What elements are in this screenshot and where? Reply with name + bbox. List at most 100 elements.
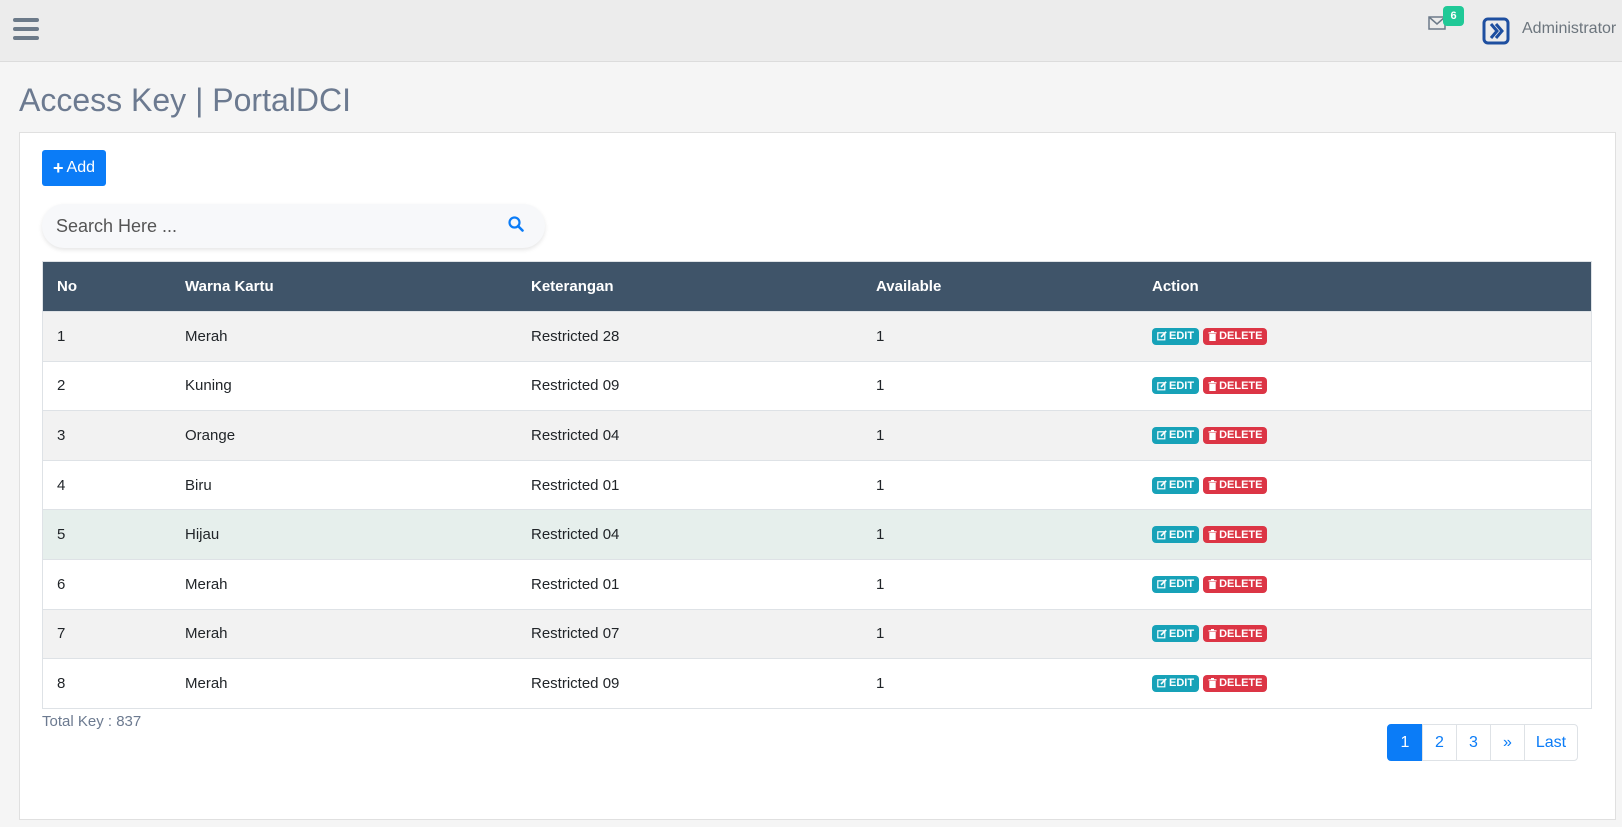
total-key-text: Total Key : 837: [42, 713, 142, 730]
page-link-1[interactable]: 1: [1387, 724, 1423, 761]
cell-available: 1: [876, 575, 885, 593]
cell-action: EDIT DELETE: [1152, 377, 1591, 395]
cell-no: 6: [57, 575, 66, 593]
cell-available: 1: [876, 526, 885, 544]
cell-warna-kartu: Hijau: [185, 526, 220, 544]
cell-available: 1: [876, 426, 885, 444]
table-row: 7 Merah Restricted 07 1 EDIT DELETE: [43, 608, 1591, 659]
edit-button[interactable]: EDIT: [1152, 625, 1200, 643]
delete-button[interactable]: DELETE: [1203, 625, 1268, 643]
content-card: + Add No Warna Kartu Keterangan Availabl…: [19, 132, 1616, 820]
delete-button[interactable]: DELETE: [1203, 377, 1268, 395]
page-link-next[interactable]: »: [1490, 724, 1525, 761]
search-icon[interactable]: [508, 216, 526, 234]
delete-button[interactable]: DELETE: [1203, 327, 1268, 345]
edit-button[interactable]: EDIT: [1152, 377, 1200, 395]
edit-icon: [1157, 678, 1167, 688]
table-body: 1 Merah Restricted 28 1 EDIT DELETE 2 Kuning Res…: [43, 311, 1591, 708]
trash-icon: [1208, 380, 1217, 391]
delete-label: DELETE: [1219, 479, 1263, 492]
delete-label: DELETE: [1219, 627, 1263, 640]
table-row: 6 Merah Restricted 01 1 EDIT DELETE: [43, 558, 1591, 609]
cell-keterangan: Restricted 07: [531, 625, 620, 643]
edit-button[interactable]: EDIT: [1152, 426, 1200, 444]
page-link-3[interactable]: 3: [1456, 724, 1491, 761]
edit-button[interactable]: EDIT: [1152, 575, 1200, 593]
delete-button[interactable]: DELETE: [1203, 526, 1268, 544]
column-header-no: No: [57, 278, 77, 295]
cell-no: 1: [57, 327, 66, 345]
cell-keterangan: Restricted 04: [531, 426, 620, 444]
cell-keterangan: Restricted 01: [531, 476, 620, 494]
page-link-2[interactable]: 2: [1422, 724, 1457, 761]
edit-icon: [1157, 629, 1167, 639]
menu-icon[interactable]: [13, 18, 39, 42]
column-header-action: Action: [1152, 278, 1199, 295]
edit-icon: [1157, 331, 1167, 341]
add-button[interactable]: + Add: [42, 150, 106, 186]
edit-label: EDIT: [1169, 429, 1195, 442]
page-title: Access Key | PortalDCI: [19, 82, 351, 118]
edit-icon: [1157, 480, 1167, 490]
cell-no: 4: [57, 476, 66, 494]
trash-icon: [1208, 678, 1217, 689]
delete-button[interactable]: DELETE: [1203, 426, 1268, 444]
cell-no: 3: [57, 426, 66, 444]
trash-icon: [1208, 628, 1217, 639]
cell-action: EDIT DELETE: [1152, 526, 1591, 544]
page-link-last[interactable]: Last: [1524, 724, 1578, 761]
cell-keterangan: Restricted 01: [531, 575, 620, 593]
add-button-label: Add: [66, 159, 95, 176]
edit-label: EDIT: [1169, 330, 1195, 343]
brand-logo: [1482, 16, 1510, 46]
table-row: 8 Merah Restricted 09 1 EDIT DELETE: [43, 658, 1591, 708]
delete-label: DELETE: [1219, 528, 1263, 541]
search-input[interactable]: [42, 204, 492, 248]
edit-button[interactable]: EDIT: [1152, 674, 1200, 692]
cell-keterangan: Restricted 28: [531, 327, 620, 345]
cell-warna-kartu: Merah: [185, 575, 228, 593]
edit-icon: [1157, 579, 1167, 589]
user-name: Administrator: [1522, 20, 1617, 37]
cell-warna-kartu: Merah: [185, 625, 228, 643]
access-key-table: No Warna Kartu Keterangan Available Acti…: [42, 261, 1592, 709]
cell-no: 5: [57, 526, 66, 544]
trash-icon: [1208, 331, 1217, 342]
top-navbar: 6 Administrator: [0, 0, 1622, 62]
edit-button[interactable]: EDIT: [1152, 476, 1200, 494]
column-header-keterangan: Keterangan: [531, 278, 614, 295]
column-header-available: Available: [876, 278, 942, 295]
trash-icon: [1208, 579, 1217, 590]
edit-label: EDIT: [1169, 528, 1195, 541]
cell-available: 1: [876, 625, 885, 643]
edit-button[interactable]: EDIT: [1152, 526, 1200, 544]
cell-warna-kartu: Merah: [185, 674, 228, 692]
edit-label: EDIT: [1169, 479, 1195, 492]
delete-label: DELETE: [1219, 578, 1263, 591]
table-header: No Warna Kartu Keterangan Available Acti…: [43, 262, 1591, 311]
cell-available: 1: [876, 476, 885, 494]
edit-label: EDIT: [1169, 379, 1195, 392]
delete-button[interactable]: DELETE: [1203, 674, 1268, 692]
table-row: 1 Merah Restricted 28 1 EDIT DELETE: [43, 311, 1591, 361]
delete-label: DELETE: [1219, 379, 1263, 392]
edit-label: EDIT: [1169, 677, 1195, 690]
delete-button[interactable]: DELETE: [1203, 476, 1268, 494]
edit-button[interactable]: EDIT: [1152, 327, 1200, 345]
cell-action: EDIT DELETE: [1152, 575, 1591, 593]
cell-no: 8: [57, 674, 66, 692]
plus-icon: +: [53, 158, 64, 178]
table-row: 4 Biru Restricted 01 1 EDIT DELETE: [43, 459, 1591, 510]
table-row: 5 Hijau Restricted 04 1 EDIT DELETE: [43, 509, 1591, 559]
table-row: 2 Kuning Restricted 09 1 EDIT DELETE: [43, 360, 1591, 411]
trash-icon: [1208, 529, 1217, 540]
edit-icon: [1157, 381, 1167, 391]
cell-available: 1: [876, 674, 885, 692]
user-menu[interactable]: Administrator: [1522, 20, 1622, 38]
cell-available: 1: [876, 377, 885, 395]
delete-button[interactable]: DELETE: [1203, 575, 1268, 593]
trash-icon: [1208, 480, 1217, 491]
cell-action: EDIT DELETE: [1152, 625, 1591, 643]
cell-warna-kartu: Biru: [185, 476, 212, 494]
table-row: 3 Orange Restricted 04 1 EDIT DELETE: [43, 410, 1591, 460]
